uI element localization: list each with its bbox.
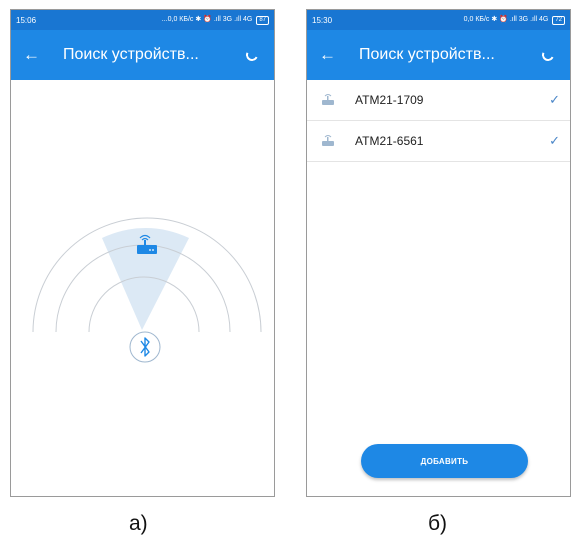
device-list: ATM21-1709 ✓ ATM21-6561 ✓	[307, 80, 570, 162]
status-indicators: ...0,0 КБ/с ✱ ⏰ .ıll 3G .ıll 4G 87	[162, 15, 269, 25]
battery-icon: 72	[552, 16, 565, 25]
list-item-device[interactable]: ATM21-1709 ✓	[307, 80, 570, 121]
caption-b: б)	[428, 512, 448, 535]
battery-icon: 87	[256, 16, 269, 25]
device-name: ATM21-1709	[355, 93, 424, 107]
page-title: Поиск устройств...	[63, 46, 199, 63]
app-bar: ← Поиск устройств...	[307, 30, 570, 80]
bluetooth-icon	[129, 331, 161, 363]
caption-a: а)	[129, 512, 148, 535]
status-time: 15:30	[312, 15, 333, 25]
radar-animation	[32, 217, 262, 363]
status-indicators: 0,0 КБ/с ✱ ⏰ .ıll 3G .ıll 4G 72	[464, 15, 565, 25]
back-arrow-icon[interactable]: ←	[319, 45, 349, 65]
loading-spinner-icon	[244, 47, 260, 63]
router-icon	[322, 135, 334, 146]
list-item-device[interactable]: ATM21-6561 ✓	[307, 121, 570, 162]
radar-cone-top	[102, 228, 189, 238]
checkmark-icon[interactable]: ✓	[549, 92, 560, 108]
router-icon	[322, 94, 334, 105]
screen-searching: 15:06 ...0,0 КБ/с ✱ ⏰ .ıll 3G .ıll 4G 87…	[10, 9, 275, 497]
checkmark-icon[interactable]: ✓	[549, 133, 560, 149]
status-bar: 15:06 ...0,0 КБ/с ✱ ⏰ .ıll 3G .ıll 4G 87	[11, 10, 274, 30]
status-bar: 15:30 0,0 КБ/с ✱ ⏰ .ıll 3G .ıll 4G 72	[307, 10, 570, 30]
loading-spinner-icon	[540, 47, 556, 63]
device-name: ATM21-6561	[355, 134, 424, 148]
status-time: 15:06	[16, 15, 37, 25]
screen-results: 15:30 0,0 КБ/с ✱ ⏰ .ıll 3G .ıll 4G 72 ← …	[306, 9, 571, 497]
back-arrow-icon[interactable]: ←	[23, 45, 53, 65]
add-button[interactable]: ДОБАВИТЬ	[361, 444, 528, 478]
page-title: Поиск устройств...	[359, 46, 495, 63]
app-bar: ← Поиск устройств...	[11, 30, 274, 80]
